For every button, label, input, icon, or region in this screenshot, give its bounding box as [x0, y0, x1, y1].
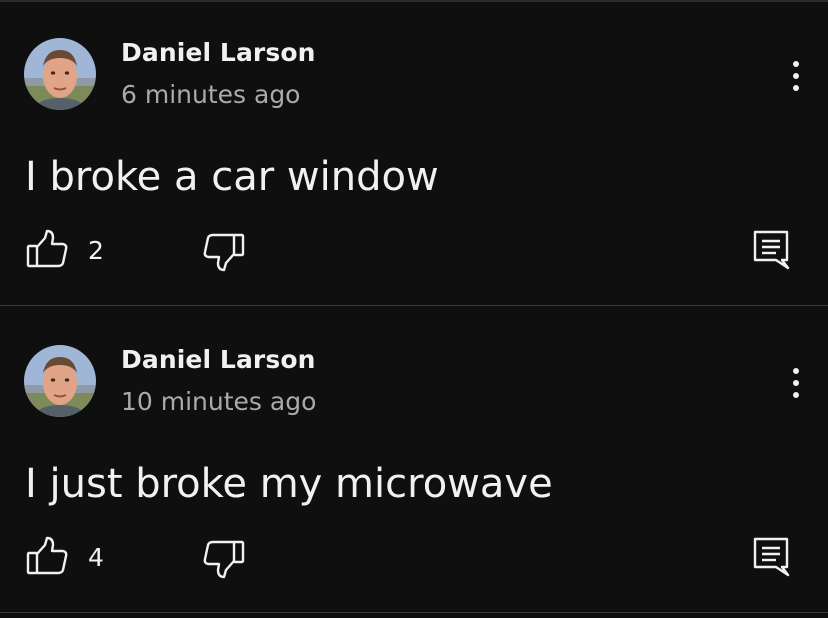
more-vertical-icon[interactable]	[780, 56, 812, 96]
comment-text: I just broke my microwave	[25, 461, 553, 507]
comment-timestamp: 10 minutes ago	[121, 387, 317, 416]
reply-comment-icon[interactable]	[752, 536, 792, 578]
more-vertical-icon[interactable]	[780, 363, 812, 403]
thumbs-down-icon[interactable]	[203, 539, 245, 579]
comment-timestamp: 6 minutes ago	[121, 80, 301, 109]
thumbs-down-icon[interactable]	[203, 232, 245, 272]
thumbs-up-icon[interactable]	[26, 536, 68, 576]
reply-comment-icon[interactable]	[752, 229, 792, 271]
avatar[interactable]	[24, 38, 96, 110]
thumbs-up-icon[interactable]	[26, 229, 68, 269]
comment-author[interactable]: Daniel Larson	[121, 38, 316, 68]
like-count: 4	[88, 543, 104, 572]
avatar[interactable]	[24, 345, 96, 417]
comment-text: I broke a car window	[25, 154, 439, 200]
comment-item: Daniel Larson 10 minutes ago I just brok…	[0, 307, 828, 613]
comment-item: Daniel Larson 6 minutes ago I broke a ca…	[0, 0, 828, 306]
comment-author[interactable]: Daniel Larson	[121, 345, 316, 375]
like-count: 2	[88, 236, 104, 265]
